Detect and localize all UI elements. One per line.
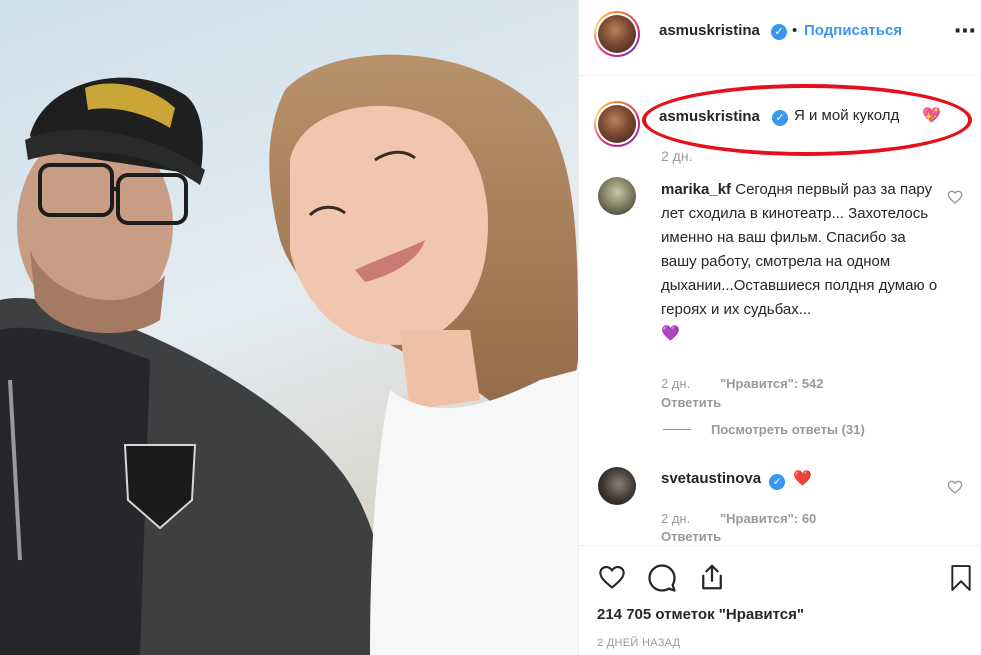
commenter-avatar[interactable] xyxy=(598,177,636,215)
post-header: asmuskristina ✓ • Подписаться ⋯ xyxy=(579,0,981,76)
commenter-avatar[interactable] xyxy=(598,467,636,505)
comment-like-heart-icon[interactable] xyxy=(947,189,963,205)
post-photo xyxy=(0,0,578,655)
post-photo-illustration xyxy=(0,0,578,655)
header-separator: • xyxy=(792,22,798,39)
comment-age[interactable]: 2 дн. xyxy=(661,511,690,526)
comment-text: Сегодня первый раз за пару лет сходила в… xyxy=(661,181,938,318)
comment-emoji: 💜 xyxy=(661,325,680,342)
view-replies-line xyxy=(663,429,691,430)
share-icon[interactable] xyxy=(697,562,727,592)
comment-author[interactable]: marika_kf xyxy=(661,181,731,198)
comment-body: marika_kf Сегодня первый раз за пару лет… xyxy=(661,178,941,346)
comment-emoji: ❤️ xyxy=(793,470,813,487)
comment-body: svetaustinova ✓ ❤️ xyxy=(661,467,941,491)
comment-likes[interactable]: "Нравится": 542 xyxy=(720,376,824,391)
comment-likes[interactable]: "Нравится": 60 xyxy=(720,511,816,526)
post-date[interactable]: 2 ДНЕЙ НАЗАД xyxy=(597,637,680,649)
author-username[interactable]: asmuskristina xyxy=(659,22,760,39)
follow-button[interactable]: Подписаться xyxy=(804,22,902,39)
bookmark-icon[interactable] xyxy=(948,563,974,593)
comment-age[interactable]: 2 дн. xyxy=(661,376,690,391)
post-actions: 214 705 отметок "Нравится" 2 ДНЕЙ НАЗАД xyxy=(579,545,981,655)
highlight-oval xyxy=(642,84,972,156)
heart-icon[interactable] xyxy=(597,563,627,591)
comment-icon[interactable] xyxy=(647,563,677,593)
reply-button[interactable]: Ответить xyxy=(661,395,721,410)
more-options-icon[interactable]: ⋯ xyxy=(954,18,977,44)
comment-author[interactable]: svetaustinova xyxy=(661,470,761,487)
reply-button[interactable]: Ответить xyxy=(661,529,721,544)
author-avatar[interactable] xyxy=(594,11,640,57)
verified-badge-icon: ✓ xyxy=(769,474,786,490)
verified-badge-icon: ✓ xyxy=(771,24,787,40)
comment-like-heart-icon[interactable] xyxy=(947,479,963,495)
likes-count[interactable]: 214 705 отметок "Нравится" xyxy=(597,606,804,623)
caption-avatar[interactable] xyxy=(594,101,640,147)
view-replies-button[interactable]: Посмотреть ответы (31) xyxy=(711,422,865,437)
caption-age[interactable]: 2 дн. xyxy=(661,148,692,164)
